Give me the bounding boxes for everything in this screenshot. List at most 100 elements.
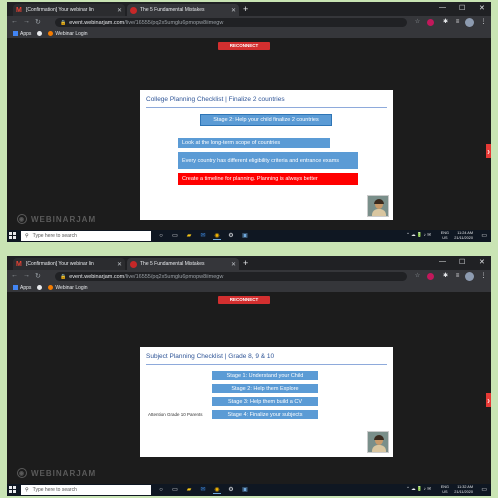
bookmark-webinar-login[interactable]: Webinar Login [48,285,88,291]
menu-icon[interactable]: ⋮ [479,18,488,27]
screenshot-2: M [Confirmation] Your webinar lin ✕ The … [7,256,491,496]
reconnect-button[interactable]: RECONNECT [218,42,270,50]
file-explorer-icon[interactable]: ▰ [185,486,193,494]
back-icon[interactable]: ← [11,18,18,25]
lock-icon: 🔒 [60,19,67,26]
back-icon[interactable]: ← [11,272,18,279]
close-window-icon[interactable]: ✕ [479,258,485,266]
settings-gear-icon[interactable]: ⚙ [227,486,235,494]
tab-strip: M [Confirmation] Your webinar lin ✕ The … [7,2,491,16]
cortana-icon[interactable]: ○ [157,486,165,494]
mail-icon[interactable]: ✉ [199,486,207,494]
mail-icon[interactable]: ✉ [199,232,207,240]
puzzle-icon[interactable]: ✱ [441,272,450,281]
task-view-icon[interactable]: ▭ [171,486,179,494]
task-view-icon[interactable]: ▭ [171,232,179,240]
presenter-webcam [367,195,389,217]
tab-label: [Confirmation] Your webinar lin [26,261,94,267]
taskbar-clock[interactable]: 11:24 AM 21/11/2020 [454,231,473,241]
close-tab-icon[interactable]: ✕ [231,261,236,268]
slide-title: College Planning Checklist | Finalize 2 … [146,96,285,103]
webinar-icon [48,31,54,36]
webinar-viewport: RECONNECT Subject Planning Checklist | G… [7,292,491,484]
minimize-icon[interactable]: — [439,258,446,265]
apps-grid-icon [13,285,18,290]
extension-icon[interactable] [427,273,434,280]
webinar-viewport: RECONNECT College Planning Checklist | F… [7,38,491,230]
new-tab-button[interactable]: + [243,258,248,268]
close-window-icon[interactable]: ✕ [479,4,485,12]
bookmark-star-icon[interactable]: ☆ [413,18,422,27]
minimize-icon[interactable]: — [439,4,446,11]
photos-icon[interactable]: ▣ [241,232,249,240]
avatar[interactable] [465,18,474,27]
stage-2-bar: Stage 2: Help them Explore [212,384,318,393]
bookmark-site[interactable] [37,31,43,36]
photos-icon[interactable]: ▣ [241,486,249,494]
bookmark-star-icon[interactable]: ☆ [413,272,422,281]
system-tray-icons[interactable]: ⌃ ☁ 🔋 ♪ ✉ [406,232,431,238]
menu-icon[interactable]: ⋮ [479,272,488,281]
bookmark-apps[interactable]: Apps [13,31,31,37]
globe-icon [37,31,43,36]
bookmark-site[interactable] [37,285,43,290]
webinarjam-logo-icon: ◉ [17,468,27,478]
close-tab-icon[interactable]: ✕ [117,7,122,14]
reload-icon[interactable]: ↻ [35,18,41,26]
close-tab-icon[interactable]: ✕ [231,7,236,14]
webinar-icon [48,285,54,290]
new-tab-button[interactable]: + [243,4,248,14]
system-tray-icons[interactable]: ⌃ ☁ 🔋 ♪ ✉ [406,486,431,492]
webinarjam-logo-icon: ◉ [17,214,27,224]
language-indicator[interactable]: ENG US [441,231,449,241]
title-divider [146,364,387,365]
presenter-webcam [367,431,389,453]
bookmark-webinar-login[interactable]: Webinar Login [48,31,88,37]
tab-label: [Confirmation] Your webinar lin [26,7,94,13]
webinarjam-icon [130,6,137,14]
maximize-icon[interactable]: ☐ [459,4,465,12]
windows-taskbar: ⚲ Type here to search ○ ▭ ▰ ✉ ◉ ⚙ ▣ ⌃ ☁ … [7,484,491,496]
address-bar[interactable]: 🔒 event.webinarjam.com /live/16555/pq2x5… [55,18,407,27]
tab-webinar[interactable]: The 5 Fundamental Mistakes ✕ [127,4,239,16]
forward-icon[interactable]: → [23,272,30,279]
taskbar-search-input[interactable]: ⚲ Type here to search [21,231,151,241]
maximize-icon[interactable]: ☐ [459,258,465,266]
media-icon[interactable]: ≡ [453,18,462,27]
notification-icon[interactable]: ▭ [481,232,487,239]
checklist-item-3: Create a timeline for planning. Planning… [178,173,358,185]
chrome-icon[interactable]: ◉ [213,486,221,494]
tab-gmail-confirmation[interactable]: M [Confirmation] Your webinar lin ✕ [13,258,125,270]
taskbar-clock[interactable]: 11:32 AM 21/11/2020 [454,485,473,495]
chrome-icon[interactable]: ◉ [213,232,221,240]
close-tab-icon[interactable]: ✕ [117,261,122,268]
puzzle-icon[interactable]: ✱ [441,18,450,27]
presentation-slide: College Planning Checklist | Finalize 2 … [140,90,393,220]
forward-icon[interactable]: → [23,18,30,25]
avatar[interactable] [465,272,474,281]
extension-icon[interactable] [427,19,434,26]
reload-icon[interactable]: ↻ [35,272,41,280]
cortana-icon[interactable]: ○ [157,232,165,240]
taskbar-search-input[interactable]: ⚲ Type here to search [21,485,151,495]
notification-icon[interactable]: ▭ [481,486,487,493]
side-panel-toggle[interactable]: ❯ [486,393,491,407]
media-icon[interactable]: ≡ [453,272,462,281]
tab-gmail-confirmation[interactable]: M [Confirmation] Your webinar lin ✕ [13,4,125,16]
slide-title: Subject Planning Checklist | Grade 8, 9 … [146,353,275,360]
windows-start-icon[interactable] [9,232,17,240]
address-bar[interactable]: 🔒 event.webinarjam.com /live/16555/pq2x5… [55,272,407,281]
bookmark-apps[interactable]: Apps [13,285,31,291]
reconnect-button[interactable]: RECONNECT [218,296,270,304]
side-panel-toggle[interactable]: ❯ [486,144,491,158]
browser-toolbar: ← → ↻ 🔒 event.webinarjam.com /live/16555… [7,270,491,283]
tab-strip: M [Confirmation] Your webinar lin ✕ The … [7,256,491,270]
stage-1-bar: Stage 1: Understand your Child [212,371,318,380]
file-explorer-icon[interactable]: ▰ [185,232,193,240]
settings-gear-icon[interactable]: ⚙ [227,232,235,240]
tab-webinar[interactable]: The 5 Fundamental Mistakes ✕ [127,258,239,270]
windows-start-icon[interactable] [9,486,17,494]
screenshot-1: M [Confirmation] Your webinar lin ✕ The … [7,2,491,242]
bookmarks-bar: Apps Webinar Login [7,283,491,292]
language-indicator[interactable]: ENG US [441,485,449,495]
